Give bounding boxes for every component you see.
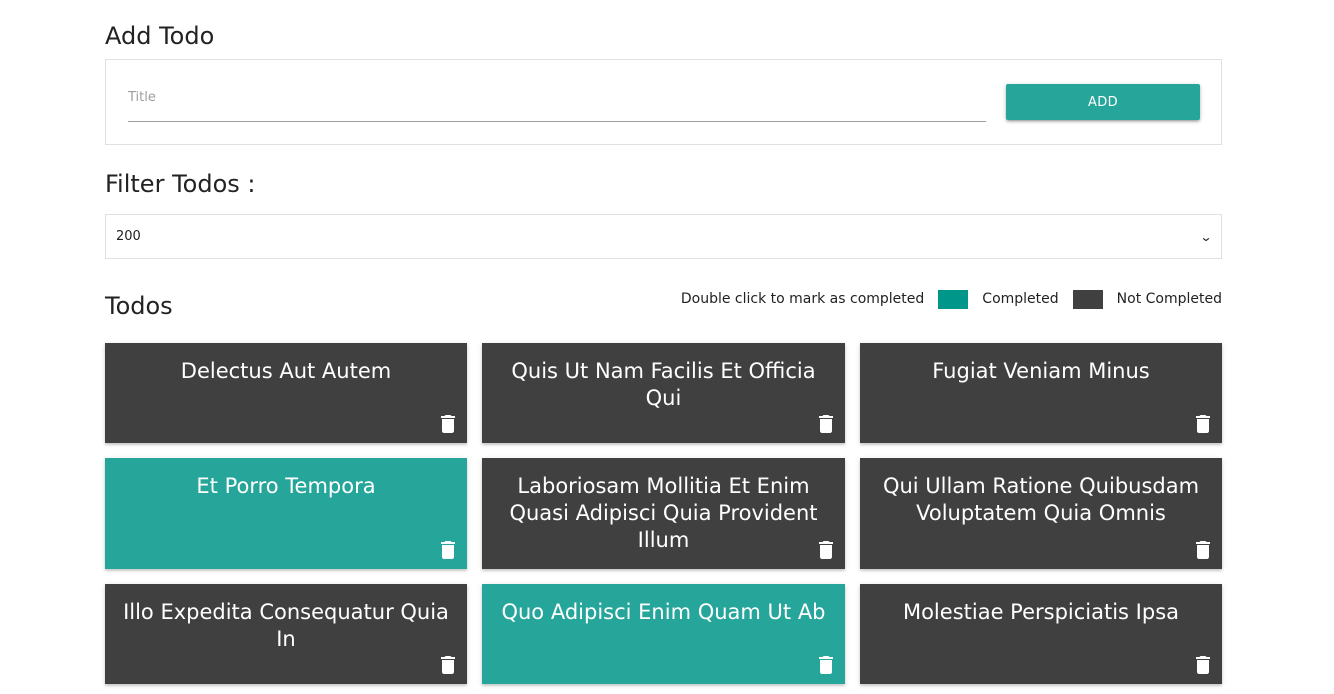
todos-heading: Todos xyxy=(105,292,173,320)
legend-hint: Double click to mark as completed xyxy=(680,291,925,307)
todo-title: Qui Ullam Ratione Quibusdam Voluptatem Q… xyxy=(882,474,1200,525)
todo-title: Illo Expedita Consequatur Quia In xyxy=(123,600,449,651)
filter-todos-heading: Filter Todos : xyxy=(105,170,256,198)
todo-card[interactable]: Laboriosam Mollitia Et Enim Quasi Adipis… xyxy=(482,458,845,569)
todo-card[interactable]: Quo Adipisci Enim Quam Ut Ab xyxy=(482,584,845,684)
todo-title: Fugiat Veniam Minus xyxy=(932,359,1150,383)
trash-icon[interactable] xyxy=(819,656,833,674)
todo-title: Et Porro Tempora xyxy=(196,474,376,498)
trash-icon[interactable] xyxy=(441,541,455,559)
todo-title: Quis Ut Nam Facilis Et Officia Qui xyxy=(511,359,816,410)
trash-icon[interactable] xyxy=(1196,541,1210,559)
add-todo-heading: Add Todo xyxy=(105,22,215,50)
not-completed-label: Not Completed xyxy=(1116,291,1222,307)
completed-swatch xyxy=(938,289,969,309)
trash-icon[interactable] xyxy=(1196,415,1210,433)
todo-title: Quo Adipisci Enim Quam Ut Ab xyxy=(501,600,826,624)
todo-grid: Delectus Aut Autem Quis Ut Nam Facilis Et… xyxy=(105,343,1222,684)
todo-card[interactable]: Molestiae Perspiciatis Ipsa xyxy=(860,584,1222,684)
legend: Double click to mark as completed Comple… xyxy=(681,289,1222,309)
todo-card[interactable]: Delectus Aut Autem xyxy=(105,343,467,443)
trash-icon[interactable] xyxy=(441,656,455,674)
todo-card[interactable]: Illo Expedita Consequatur Quia In xyxy=(105,584,467,684)
add-todo-form: ADD xyxy=(105,59,1222,145)
filter-select[interactable]: 200 ⌄ xyxy=(105,214,1222,259)
not-completed-swatch xyxy=(1072,289,1103,309)
todo-title: Delectus Aut Autem xyxy=(180,359,392,383)
todo-title: Molestiae Perspiciatis Ipsa xyxy=(902,600,1180,624)
chevron-down-icon: ⌄ xyxy=(1199,229,1213,244)
todo-card[interactable]: Quis Ut Nam Facilis Et Officia Qui xyxy=(482,343,845,443)
completed-label: Completed xyxy=(982,291,1059,307)
trash-icon[interactable] xyxy=(819,415,833,433)
trash-icon[interactable] xyxy=(1196,656,1210,674)
trash-icon[interactable] xyxy=(441,415,455,433)
todo-title: Laboriosam Mollitia Et Enim Quasi Adipis… xyxy=(509,474,818,552)
add-button[interactable]: ADD xyxy=(1006,84,1200,120)
title-input[interactable] xyxy=(128,86,986,122)
todo-card[interactable]: Et Porro Tempora xyxy=(105,458,467,569)
todo-card[interactable]: Fugiat Veniam Minus xyxy=(860,343,1222,443)
trash-icon[interactable] xyxy=(819,541,833,559)
filter-select-value: 200 xyxy=(116,229,141,244)
todo-card[interactable]: Qui Ullam Ratione Quibusdam Voluptatem Q… xyxy=(860,458,1222,569)
